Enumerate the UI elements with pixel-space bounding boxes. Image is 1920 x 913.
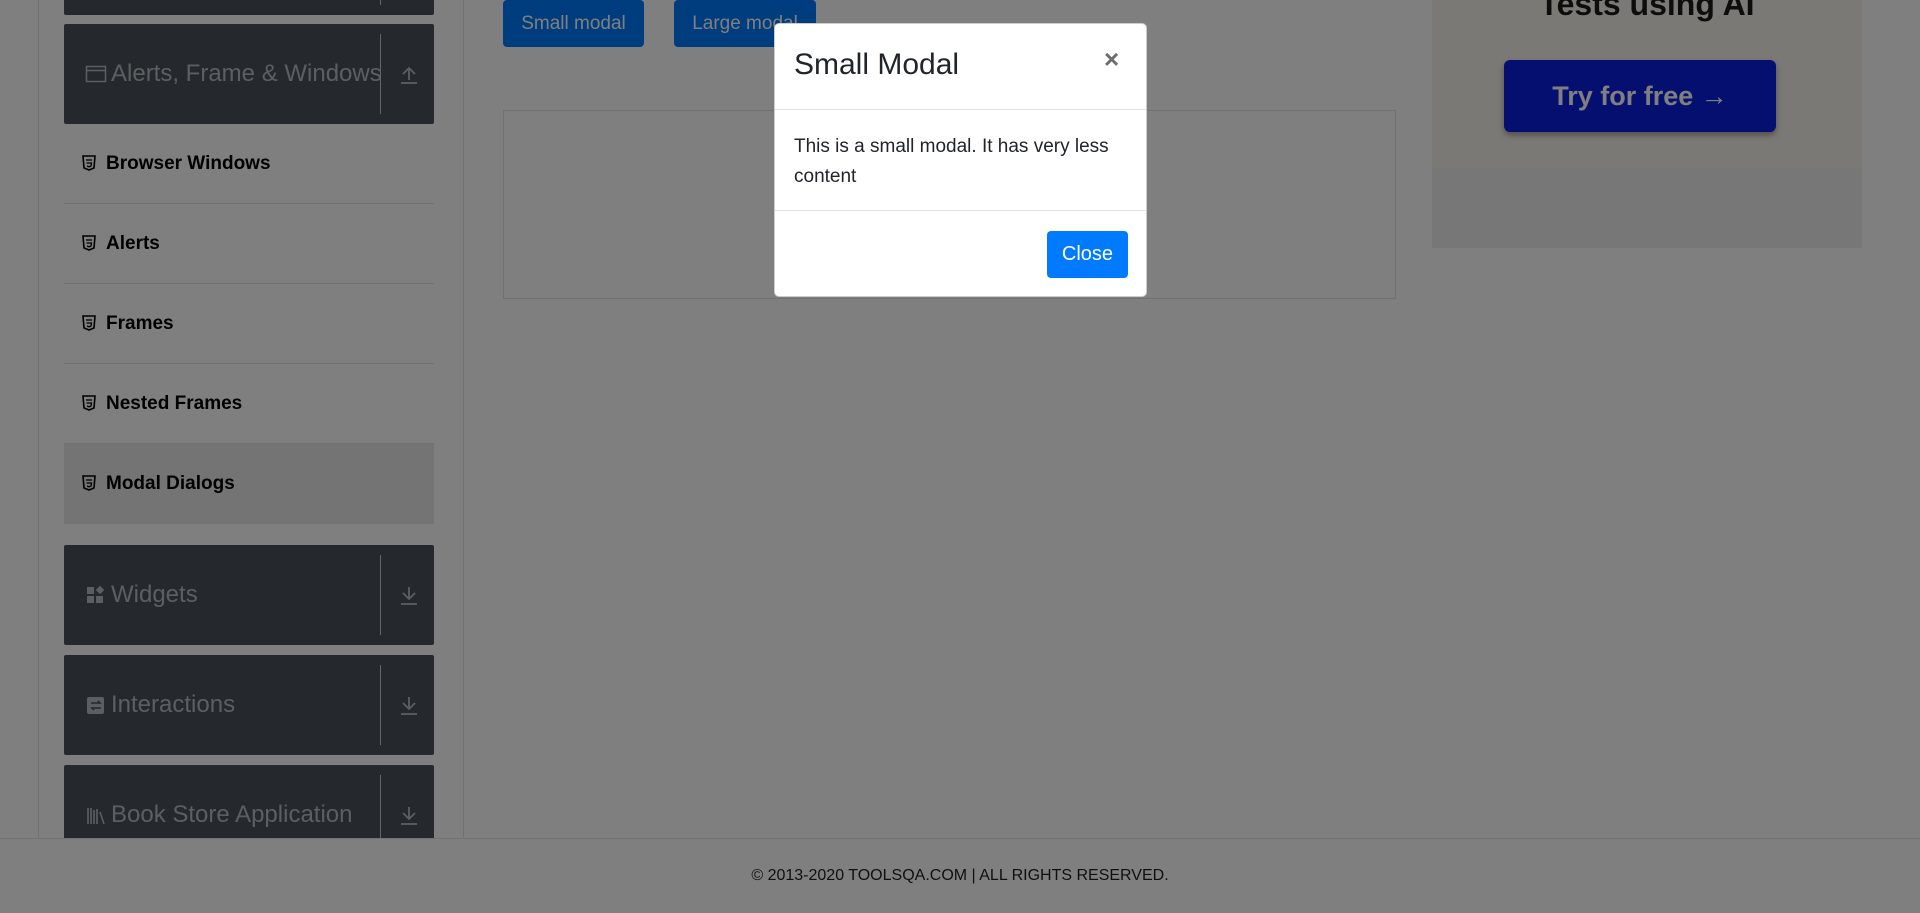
close-button[interactable]: Close <box>1047 231 1128 278</box>
modal-title: Small Modal <box>794 48 960 81</box>
small-modal-dialog: Small Modal × This is a small modal. It … <box>774 23 1147 297</box>
modal-footer: Close <box>775 210 1146 296</box>
modal-header: Small Modal × <box>775 24 1146 110</box>
close-icon[interactable]: × <box>1104 46 1119 72</box>
modal-body-text: This is a small modal. It has very less … <box>794 136 1109 187</box>
